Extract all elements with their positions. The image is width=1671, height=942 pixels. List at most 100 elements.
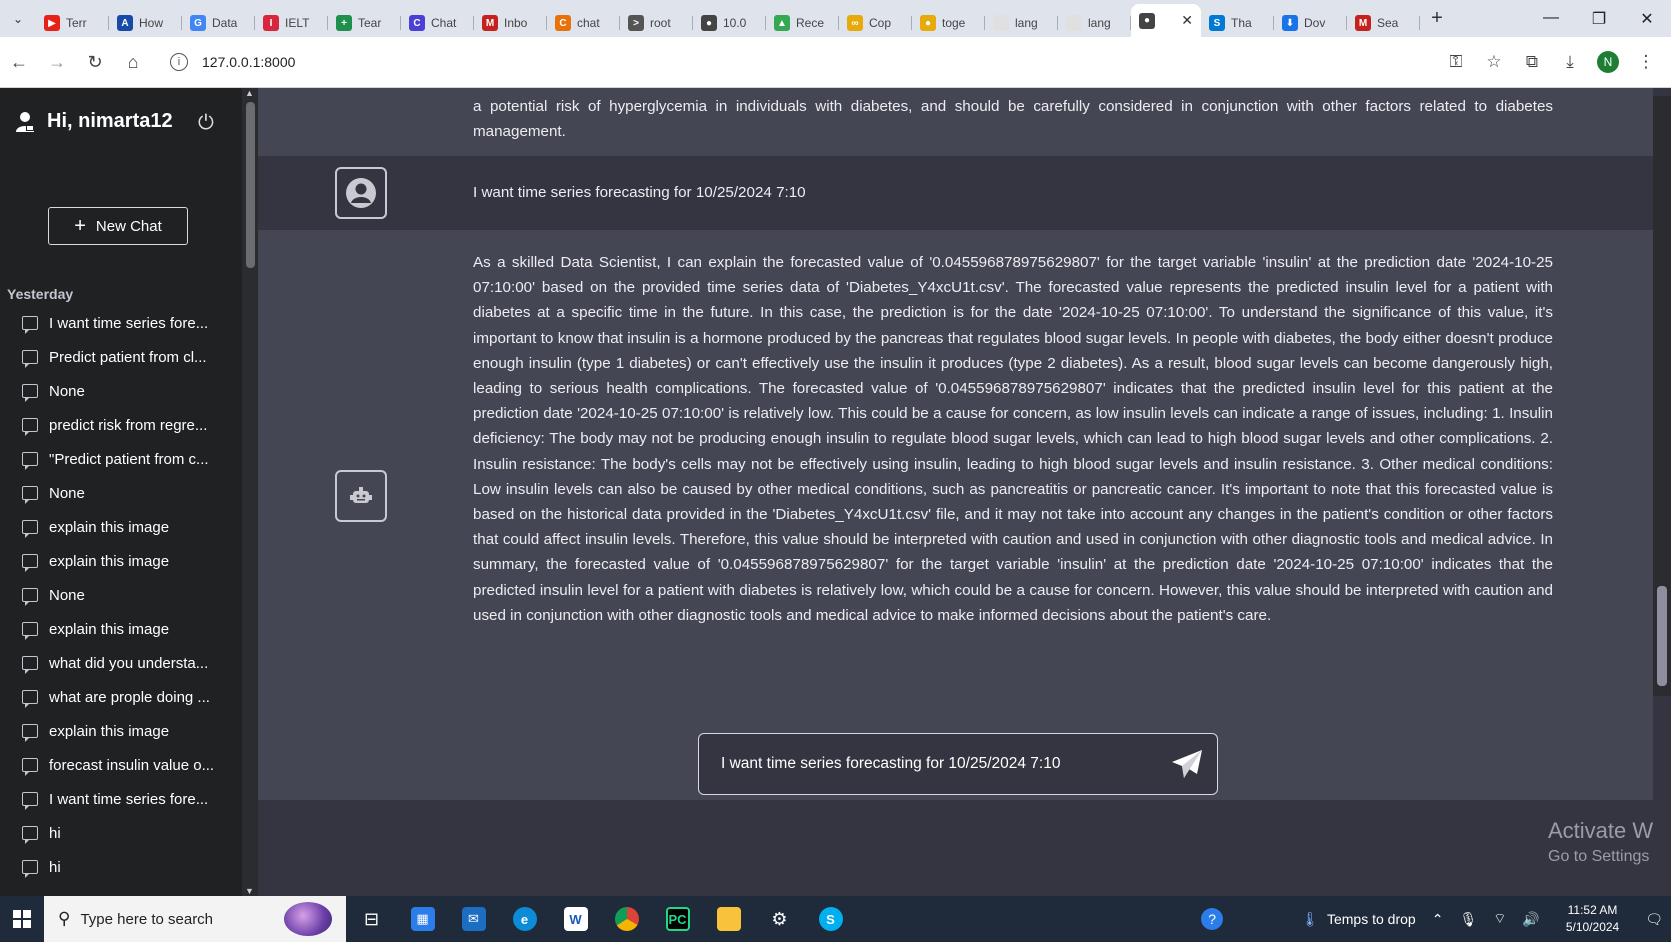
browser-tab[interactable]: Cchat bbox=[547, 9, 620, 37]
mail-icon[interactable]: ✉ bbox=[448, 896, 499, 942]
tab-search-chevron-icon[interactable]: ⌄ bbox=[0, 0, 36, 37]
browser-tab[interactable]: ● toge bbox=[912, 9, 985, 37]
browser-tab[interactable]: A How bbox=[109, 9, 182, 37]
browser-tab[interactable]: + Tear bbox=[328, 9, 401, 37]
browser-tab[interactable]: ● ✕ bbox=[1131, 4, 1201, 37]
address-bar[interactable]: i 127.0.0.1:8000 bbox=[160, 45, 1410, 79]
history-item[interactable]: explain this image bbox=[22, 544, 232, 578]
paper-plane-send-icon bbox=[1172, 750, 1202, 778]
history-item[interactable]: what are prople doing ... bbox=[22, 680, 232, 714]
bookmark-star-icon[interactable]: ☆ bbox=[1475, 52, 1513, 72]
send-button[interactable] bbox=[1157, 739, 1217, 789]
site-info-icon[interactable]: i bbox=[170, 53, 188, 71]
settings-gear-icon[interactable]: ⚙ bbox=[754, 896, 805, 942]
browser-tab[interactable]: > root bbox=[620, 9, 693, 37]
minimize-icon[interactable]: — bbox=[1527, 9, 1575, 29]
browser-tab[interactable]: M Inbo bbox=[474, 9, 547, 37]
back-icon[interactable]: ← bbox=[0, 52, 38, 73]
restore-icon[interactable]: ❐ bbox=[1575, 9, 1623, 29]
chat-bubble-icon bbox=[22, 316, 38, 334]
history-item[interactable]: None bbox=[22, 578, 232, 612]
taskbar-clock[interactable]: 11:52 AM 5/10/2024 bbox=[1558, 902, 1627, 936]
scroll-down-arrow-icon[interactable]: ▼ bbox=[245, 886, 254, 896]
chat-scroll-thumb[interactable] bbox=[1657, 586, 1667, 686]
history-item[interactable]: forecast insulin value o... bbox=[22, 748, 232, 782]
history-item[interactable]: explain this image bbox=[22, 612, 232, 646]
close-window-icon[interactable]: ✕ bbox=[1623, 9, 1671, 29]
history-item[interactable]: predict risk from regre... bbox=[22, 408, 232, 442]
history-item-label: what did you understa... bbox=[49, 654, 209, 672]
sidebar-scroll-thumb[interactable] bbox=[246, 102, 255, 268]
word-icon[interactable]: W bbox=[550, 896, 601, 942]
pycharm-icon[interactable]: PC bbox=[652, 896, 703, 942]
chat-input-box bbox=[698, 733, 1218, 795]
browser-tab[interactable]: ▲ Rece bbox=[766, 9, 839, 37]
browser-tab[interactable]: ● 10.0 bbox=[693, 9, 766, 37]
browser-tab[interactable]: I IELT bbox=[255, 9, 328, 37]
file-explorer-icon[interactable] bbox=[703, 896, 754, 942]
tab-favicon-icon: ⬇ bbox=[1282, 15, 1298, 31]
downloads-icon[interactable]: ⤓ bbox=[1551, 52, 1589, 72]
history-item-label: None bbox=[49, 382, 85, 400]
menu-kebab-icon[interactable]: ⋮ bbox=[1627, 52, 1665, 72]
close-tab-icon[interactable]: ✕ bbox=[1181, 12, 1193, 29]
scroll-up-arrow-icon[interactable]: ▲ bbox=[245, 88, 254, 98]
edge-icon[interactable]: e bbox=[499, 896, 550, 942]
new-chat-button[interactable]: + New Chat bbox=[48, 207, 188, 245]
history-item[interactable]: hi bbox=[22, 850, 232, 884]
browser-tab[interactable]: ⬇ Dov bbox=[1274, 9, 1347, 37]
notifications-icon[interactable]: 🗨 bbox=[1645, 911, 1663, 928]
taskbar-search-placeholder: Type here to search bbox=[80, 910, 214, 928]
chat-bubble-icon bbox=[22, 452, 38, 470]
chat-input[interactable] bbox=[721, 755, 1157, 773]
history-item-label: I want time series fore... bbox=[49, 314, 209, 332]
browser-tab[interactable]: lang bbox=[1058, 9, 1131, 37]
browser-tab[interactable]: C Chat bbox=[401, 9, 474, 37]
microphone-icon[interactable]: 🎙 bbox=[1459, 911, 1477, 928]
browser-tab[interactable]: ▶ Terr bbox=[36, 9, 109, 37]
user-circle-icon bbox=[346, 178, 376, 208]
chat-bubble-icon bbox=[22, 656, 38, 674]
activate-windows-subtitle: Go to Settings bbox=[1548, 848, 1650, 865]
history-item[interactable]: explain this image bbox=[22, 714, 232, 748]
history-item[interactable]: explain this image bbox=[22, 510, 232, 544]
history-item[interactable]: None bbox=[22, 476, 232, 510]
history-item[interactable]: I want time series fore... bbox=[22, 782, 232, 816]
extensions-icon[interactable]: ⧉ bbox=[1513, 52, 1551, 72]
sidebar-scrollbar[interactable]: ▲ ▼ bbox=[242, 88, 258, 896]
history-item[interactable]: I want time series fore... bbox=[22, 306, 232, 340]
chat-scrollbar[interactable] bbox=[1653, 96, 1671, 696]
network-icon[interactable]: ⌔ bbox=[1493, 910, 1506, 928]
new-tab-button[interactable]: + bbox=[1420, 7, 1454, 30]
weather-text[interactable]: Temps to drop bbox=[1327, 911, 1416, 927]
tray-chevron-up-icon[interactable]: ⌃ bbox=[1432, 911, 1444, 928]
reload-icon[interactable]: ↻ bbox=[76, 52, 114, 73]
forward-icon[interactable]: → bbox=[38, 52, 76, 73]
browser-tab[interactable]: ∞ Cop bbox=[839, 9, 912, 37]
history-item[interactable]: what did you understa... bbox=[22, 646, 232, 680]
browser-tab[interactable]: G Data bbox=[182, 9, 255, 37]
tab-favicon-icon: ∞ bbox=[847, 15, 863, 31]
logout-power-icon[interactable]: ⏻ bbox=[198, 112, 214, 135]
history-item[interactable]: None bbox=[22, 374, 232, 408]
history-item[interactable]: hi bbox=[22, 816, 232, 850]
browser-tab[interactable]: M Sea bbox=[1347, 9, 1420, 37]
browser-tab[interactable]: lang bbox=[985, 9, 1058, 37]
history-item[interactable]: Predict patient from cl... bbox=[22, 340, 232, 374]
password-key-icon[interactable]: ⚿ bbox=[1437, 52, 1475, 72]
store-icon[interactable]: ▦ bbox=[397, 896, 448, 942]
chrome-icon[interactable] bbox=[601, 896, 652, 942]
chat-bubble-icon bbox=[22, 690, 38, 708]
task-view-icon[interactable]: ⊟ bbox=[346, 896, 397, 942]
history-item[interactable]: "Predict patient from c... bbox=[22, 442, 232, 476]
volume-icon[interactable]: 🔊 bbox=[1522, 911, 1539, 928]
taskbar-search[interactable]: ⚲ Type here to search bbox=[44, 896, 346, 942]
chat-bubble-icon bbox=[22, 418, 38, 436]
skype-icon[interactable]: S bbox=[805, 896, 856, 942]
help-icon[interactable]: ? bbox=[1201, 908, 1224, 930]
browser-tab[interactable]: S Tha bbox=[1201, 9, 1274, 37]
profile-avatar[interactable]: N bbox=[1597, 51, 1619, 73]
windows-start-icon[interactable] bbox=[0, 896, 44, 942]
thermometer-icon: 🌡 bbox=[1301, 910, 1319, 927]
home-icon[interactable]: ⌂ bbox=[114, 52, 152, 73]
